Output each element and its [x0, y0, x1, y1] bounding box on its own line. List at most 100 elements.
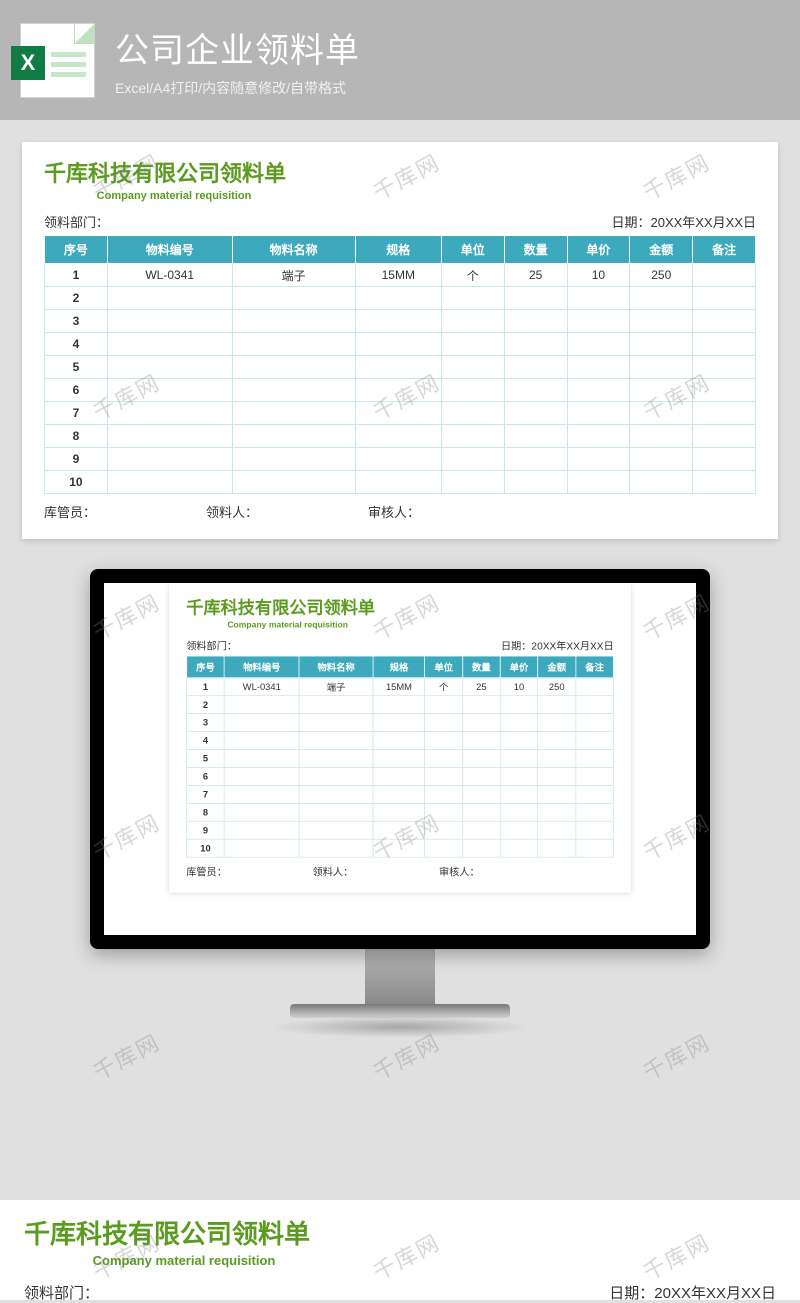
table-cell	[630, 471, 693, 494]
table-cell: 7	[45, 402, 108, 425]
column-header: 物料编号	[224, 656, 299, 678]
table-cell	[538, 732, 576, 750]
table-cell	[224, 696, 299, 714]
excel-x-badge: X	[11, 46, 45, 80]
table-cell	[693, 448, 756, 471]
table-cell	[693, 264, 756, 287]
table-cell	[576, 696, 614, 714]
table-header-row: 序号物料编号物料名称规格单位数量单价金额备注	[187, 656, 614, 678]
table-cell	[232, 356, 355, 379]
table-cell	[425, 785, 463, 803]
table-row: 4	[187, 732, 614, 750]
table-cell: 8	[187, 803, 225, 821]
table-cell	[463, 767, 501, 785]
table-row: 6	[187, 767, 614, 785]
table-cell	[630, 356, 693, 379]
table-cell: 个	[425, 678, 463, 696]
table-cell: 9	[187, 821, 225, 839]
table-cell	[500, 732, 538, 750]
table-row: 1WL-0341端子15MM个2510250	[45, 264, 756, 287]
table-cell	[299, 785, 373, 803]
table-cell	[355, 402, 441, 425]
table-cell	[232, 425, 355, 448]
table-cell	[504, 310, 567, 333]
table-cell: 6	[45, 379, 108, 402]
table-cell: 25	[463, 678, 501, 696]
table-cell: 3	[45, 310, 108, 333]
table-cell: 4	[45, 333, 108, 356]
page-header: X 公司企业领料单 Excel/A4打印/内容随意修改/自带格式	[0, 0, 800, 120]
table-cell	[224, 803, 299, 821]
table-cell	[567, 448, 630, 471]
table-cell	[693, 471, 756, 494]
table-row: 3	[187, 714, 614, 732]
column-header: 单位	[441, 236, 504, 264]
table-cell	[576, 803, 614, 821]
table-cell	[441, 379, 504, 402]
table-cell	[630, 425, 693, 448]
table-cell	[538, 750, 576, 768]
column-header: 备注	[693, 236, 756, 264]
table-cell	[576, 839, 614, 857]
table-cell	[630, 448, 693, 471]
date-field: 日期：20XX年XX月XX日	[501, 638, 614, 653]
table-cell	[576, 714, 614, 732]
sign-auditor: 审核人：	[368, 502, 420, 521]
table-cell	[299, 750, 373, 768]
table-cell	[504, 402, 567, 425]
table-cell: 1	[187, 678, 225, 696]
table-cell: 10	[500, 678, 538, 696]
table-cell: 2	[45, 287, 108, 310]
table-cell	[224, 732, 299, 750]
table-cell	[441, 356, 504, 379]
table-cell: 250	[630, 264, 693, 287]
table-cell	[232, 448, 355, 471]
table-cell: 3	[187, 714, 225, 732]
table-cell	[441, 333, 504, 356]
table-cell	[693, 402, 756, 425]
table-cell	[567, 379, 630, 402]
sign-receiver: 领料人：	[313, 864, 354, 879]
table-cell: WL-0341	[107, 264, 232, 287]
table-cell	[355, 333, 441, 356]
table-cell: 4	[187, 732, 225, 750]
table-cell: 7	[187, 785, 225, 803]
table-cell	[425, 821, 463, 839]
table-cell	[107, 287, 232, 310]
table-row: 7	[187, 785, 614, 803]
table-cell	[567, 333, 630, 356]
table-cell	[425, 803, 463, 821]
table-cell	[576, 732, 614, 750]
table-body: 1WL-0341端子15MM个25102502345678910	[187, 678, 614, 857]
table-cell	[299, 803, 373, 821]
column-header: 单价	[567, 236, 630, 264]
table-cell	[576, 750, 614, 768]
table-cell: 8	[45, 425, 108, 448]
table-cell	[567, 356, 630, 379]
table-cell	[425, 696, 463, 714]
table-cell	[232, 471, 355, 494]
table-cell	[299, 732, 373, 750]
table-cell	[567, 425, 630, 448]
date-field: 日期：20XX年XX月XX日	[611, 212, 756, 231]
table-cell	[576, 767, 614, 785]
table-cell	[355, 310, 441, 333]
table-body: 1WL-0341端子15MM个25102502345678910	[45, 264, 756, 494]
page-title: 公司企业领料单	[115, 23, 360, 72]
table-cell	[504, 425, 567, 448]
sign-warehouse: 库管员：	[44, 502, 96, 521]
table-row: 9	[45, 448, 756, 471]
table-cell	[425, 732, 463, 750]
table-row: 2	[45, 287, 756, 310]
requisition-table: 序号物料编号物料名称规格单位数量单价金额备注 1WL-0341端子15MM个25…	[44, 235, 756, 494]
table-cell	[232, 333, 355, 356]
table-cell	[232, 310, 355, 333]
sign-receiver: 领料人：	[206, 502, 258, 521]
table-cell	[224, 750, 299, 768]
table-cell	[500, 839, 538, 857]
doc-title: 千库科技有限公司领料单	[44, 156, 756, 188]
table-cell	[373, 732, 425, 750]
table-cell	[693, 333, 756, 356]
column-header: 物料名称	[232, 236, 355, 264]
table-cell	[693, 287, 756, 310]
